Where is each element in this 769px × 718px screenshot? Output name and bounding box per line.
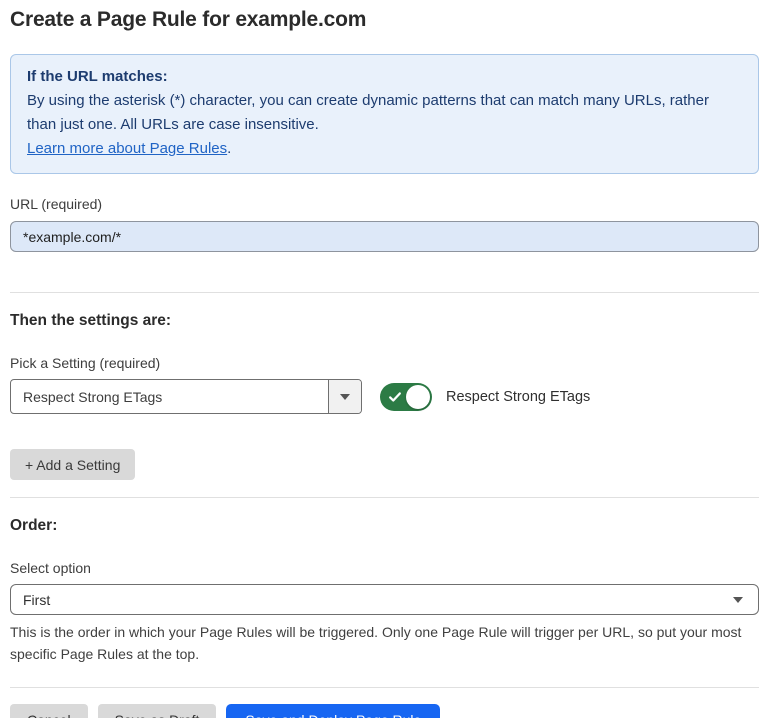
divider: [10, 292, 759, 293]
info-box-link-line: Learn more about Page Rules.: [27, 137, 742, 161]
order-help-text: This is the order in which your Page Rul…: [10, 621, 759, 665]
link-suffix: .: [227, 140, 231, 157]
etags-toggle[interactable]: [380, 383, 432, 411]
toggle-label: Respect Strong ETags: [446, 389, 590, 405]
chevron-down-icon: [340, 394, 350, 400]
order-section-heading: Order:: [10, 517, 759, 535]
add-setting-button[interactable]: + Add a Setting: [10, 449, 135, 480]
setting-select-arrow-button[interactable]: [328, 380, 361, 413]
setting-select[interactable]: Respect Strong ETags: [10, 379, 362, 414]
setting-select-value: Respect Strong ETags: [11, 380, 328, 413]
url-input[interactable]: [10, 221, 759, 252]
setting-row: Respect Strong ETags Respect Strong ETag…: [10, 379, 759, 414]
divider: [10, 497, 759, 498]
order-select[interactable]: First: [10, 584, 759, 615]
settings-section-heading: Then the settings are:: [10, 312, 759, 330]
divider: [10, 687, 759, 688]
learn-more-link[interactable]: Learn more about Page Rules: [27, 140, 227, 157]
order-select-label: Select option: [10, 560, 759, 576]
info-box-body: By using the asterisk (*) character, you…: [27, 89, 742, 137]
save-deploy-button[interactable]: Save and Deploy Page Rule: [226, 704, 440, 718]
create-page-rule-panel: Create a Page Rule for example.com If th…: [0, 0, 769, 718]
chevron-down-icon: [733, 597, 743, 603]
order-select-value: First: [23, 592, 50, 608]
footer-actions: Cancel Save as Draft Save and Deploy Pag…: [10, 704, 759, 718]
url-match-info-box: If the URL matches: By using the asteris…: [10, 54, 759, 174]
save-draft-button[interactable]: Save as Draft: [98, 704, 217, 718]
toggle-knob: [406, 385, 430, 409]
pick-setting-label: Pick a Setting (required): [10, 355, 759, 371]
url-field-label: URL (required): [10, 196, 759, 212]
cancel-button[interactable]: Cancel: [10, 704, 88, 718]
info-box-heading: If the URL matches:: [27, 65, 742, 89]
page-title: Create a Page Rule for example.com: [10, 8, 759, 32]
checkmark-icon: [388, 390, 402, 404]
